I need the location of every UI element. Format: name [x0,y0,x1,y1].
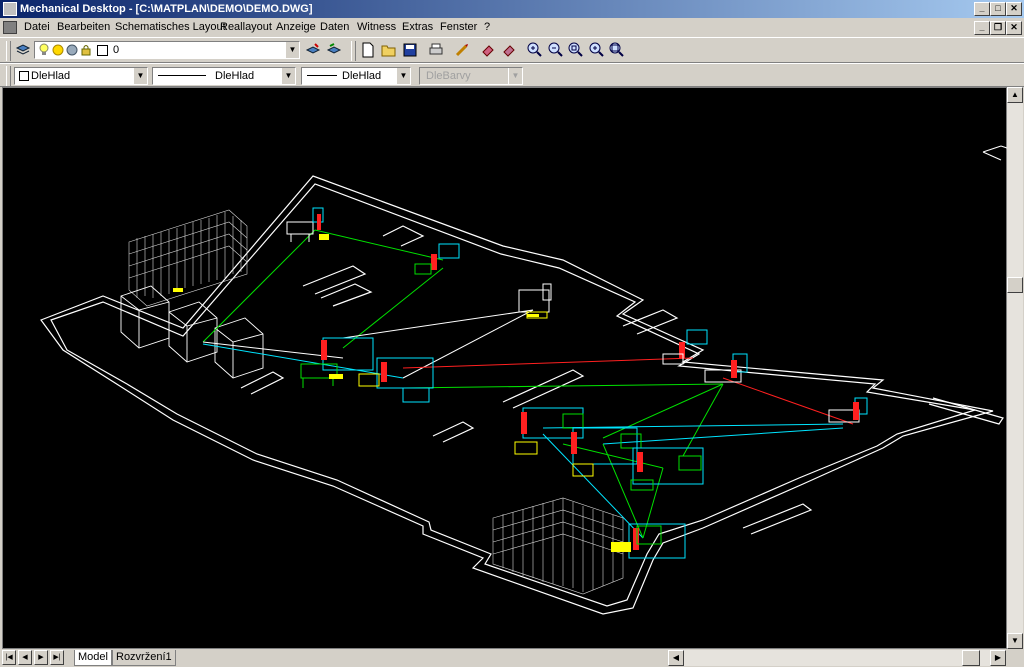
maximize-button[interactable]: □ [990,2,1006,16]
scroll-right-icon[interactable]: ▶ [990,650,1006,666]
layer-name: 0 [113,44,120,56]
linetype-sample [158,75,206,76]
layer-previous-icon[interactable] [324,40,344,60]
chevron-down-icon[interactable]: ▼ [133,68,147,84]
lightbulb-icon [39,43,49,61]
linetype-combo[interactable]: DleHlad ▼ [152,67,296,85]
menu-daten[interactable]: Daten [320,21,349,33]
next-tab-icon[interactable]: ▶ [34,650,48,665]
zoom-out-icon[interactable] [546,40,566,60]
zoom-window-icon[interactable] [566,40,586,60]
menu-bar: Datei Bearbeiten Schematisches Layout Re… [0,18,1024,37]
lock-icon [80,44,92,61]
save-icon[interactable] [400,40,420,60]
lineweight-sample [307,75,337,76]
storage-rack-bottom [492,497,624,595]
document-icon[interactable] [3,21,17,34]
menu-schematisches-layout[interactable]: Schematisches Layout [115,21,226,33]
properties-toolbar: DleHlad ▼ DleHlad ▼ DleHlad ▼ DleBarvy ▼ [0,63,1024,87]
layer-combo[interactable]: 0 ▼ [34,41,300,59]
close-button[interactable]: ✕ [1006,2,1022,16]
material-flow-lines [202,229,854,539]
toolbar-grip[interactable] [6,41,11,61]
menu-datei[interactable]: Datei [24,21,50,33]
zoom-in-icon[interactable] [587,40,607,60]
chevron-down-icon[interactable]: ▼ [281,68,295,84]
freeze-icon [66,44,78,61]
print-icon[interactable] [426,40,446,60]
layout-tab-bar: |◀ ◀ ▶ ▶| Model Rozvržení1 ◀ ▶ [0,649,1024,667]
machine-cluster-6 [828,397,868,423]
horizontal-scrollbar[interactable]: ◀ ▶ [668,650,1006,666]
minimize-button[interactable]: _ [974,2,990,16]
linetype-value: DleHlad [215,70,255,82]
open-folder-icon[interactable] [379,40,399,60]
app-icon[interactable] [3,2,17,16]
scroll-down-icon[interactable]: ▼ [1007,633,1023,649]
zoom-realtime-icon[interactable] [525,40,545,60]
tab-layout1[interactable]: Rozvržení1 [112,650,176,666]
menu-anzeige[interactable]: Anzeige [276,21,316,33]
color-value: DleHlad [31,70,71,82]
scroll-left-icon[interactable]: ◀ [668,650,684,666]
menu-fenster[interactable]: Fenster [440,21,477,33]
color-swatch-icon [97,45,108,56]
window-title: Mechanical Desktop - [C:\MATPLAN\DEMO\DE… [20,3,313,15]
lineweight-combo[interactable]: DleHlad ▼ [301,67,411,85]
color-combo[interactable]: DleHlad ▼ [14,67,148,85]
menu-extras[interactable]: Extras [402,21,433,33]
mdi-close-button[interactable]: ✕ [1006,21,1022,35]
eraser-icon[interactable] [478,40,498,60]
menu-bearbeiten[interactable]: Bearbeiten [57,21,110,33]
toolbar-grip[interactable] [351,41,356,61]
chevron-down-icon[interactable]: ▼ [396,68,410,84]
layer-toolbar: 0 ▼ [0,37,1024,63]
prev-tab-icon[interactable]: ◀ [18,650,32,665]
sun-icon [52,44,64,61]
mdi-restore-button[interactable]: ❐ [990,21,1006,35]
scroll-up-icon[interactable]: ▲ [1007,87,1023,103]
match-properties-icon[interactable] [452,40,472,60]
zoom-extents-icon[interactable] [607,40,627,60]
make-object-layer-icon[interactable] [303,40,323,60]
menu-help[interactable]: ? [484,21,490,33]
scroll-thumb[interactable] [1007,277,1023,293]
plotstyle-combo: DleBarvy ▼ [419,67,523,85]
vertical-scrollbar[interactable]: ▲ ▼ [1007,87,1023,649]
first-tab-icon[interactable]: |◀ [2,650,16,665]
menu-reallayout[interactable]: Reallayout [220,21,272,33]
machine-cluster-2 [414,243,460,275]
plotstyle-value: DleBarvy [426,70,471,82]
last-tab-icon[interactable]: ▶| [50,650,64,665]
lineweight-value: DleHlad [342,70,382,82]
erase-all-icon[interactable] [499,40,519,60]
machine-cluster-4 [300,337,434,403]
machine-cluster-3 [518,283,552,319]
title-bar: Mechanical Desktop - [C:\MATPLAN\DEMO\DE… [0,0,1024,18]
machine-cluster-7 [514,407,704,491]
tab-model[interactable]: Model [74,650,112,666]
layers-icon[interactable] [13,40,33,60]
scroll-thumb-horizontal[interactable] [962,650,980,666]
chevron-down-icon[interactable]: ▼ [285,42,299,58]
color-swatch-icon [19,71,29,81]
storage-rack-top [128,209,248,307]
menu-witness[interactable]: Witness [357,21,396,33]
machine-boxes [120,285,264,379]
new-file-icon[interactable] [358,40,378,60]
toolbar-grip[interactable] [6,66,11,86]
mdi-minimize-button[interactable]: _ [974,21,990,35]
drawing-canvas[interactable] [2,87,1014,649]
chevron-down-icon: ▼ [508,68,522,84]
